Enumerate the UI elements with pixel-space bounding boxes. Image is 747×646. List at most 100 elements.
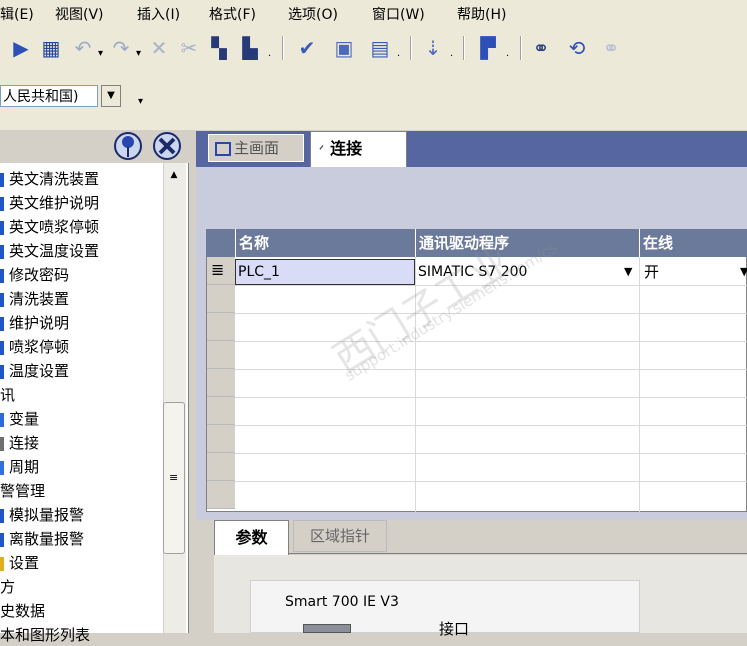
row-handle-icon: ≣	[211, 260, 225, 279]
hmi-device-icon	[303, 624, 351, 633]
tree-item[interactable]: 维护说明	[0, 312, 69, 334]
menu-insert[interactable]: 插入(I)	[137, 4, 180, 24]
project-tree[interactable]: 英文清洗装置 英文维护说明 英文喷浆停顿 英文温度设置 修改密码 清洗装置 维护…	[0, 163, 189, 644]
connection-name-cell[interactable]: PLC_1	[235, 259, 415, 285]
close-icon[interactable]	[153, 132, 181, 160]
tree-item-cycles[interactable]: 周期	[0, 456, 39, 478]
chevron-down-icon[interactable]: ▼	[624, 265, 632, 278]
tree-item[interactable]: 温度设置	[0, 360, 69, 382]
save-icon[interactable]: ▦	[38, 34, 64, 62]
tab-area-pointer[interactable]: 区域指针	[293, 520, 387, 552]
find-icon[interactable]: ⚭	[528, 34, 554, 62]
scroll-up-icon[interactable]: ▲	[165, 170, 183, 186]
row-selector[interactable]	[207, 285, 235, 313]
screen-icon	[0, 244, 4, 259]
grid-line	[415, 257, 416, 512]
row-selector[interactable]	[207, 481, 235, 509]
library-icon[interactable]: ▛	[473, 34, 503, 62]
column-header-name[interactable]: 名称	[235, 229, 415, 257]
chevron-down-icon[interactable]: ▼	[740, 265, 747, 278]
menu-bar: 辑(E) 视图(V) 插入(I) 格式(F) 选项(O) 窗口(W) 帮助(H)	[0, 0, 747, 26]
row-selector[interactable]	[207, 369, 235, 397]
delete-icon[interactable]: ✕	[146, 34, 172, 62]
chevron-down-icon[interactable]: ▼	[101, 85, 121, 107]
row-selector[interactable]	[207, 425, 235, 453]
tree-item-tags[interactable]: 变量	[0, 408, 39, 430]
transfer-icon[interactable]: ▤	[366, 34, 394, 62]
grid-line	[639, 257, 640, 512]
cut-icon[interactable]: ✂	[176, 34, 202, 62]
language-select[interactable]: 人民共和国)	[0, 85, 98, 107]
copy-icon[interactable]: ▚	[206, 34, 232, 62]
tab-connections[interactable]: ᐟ 连接	[310, 131, 407, 167]
screen-icon	[0, 196, 4, 211]
alarm-icon	[0, 532, 4, 547]
tree-scrollbar[interactable]	[163, 163, 186, 633]
redo-icon[interactable]: ↷	[108, 34, 134, 62]
tree-item-settings[interactable]: 设置	[0, 552, 39, 574]
tree-folder[interactable]: 警管理	[0, 480, 45, 502]
column-header-online[interactable]: 在线	[639, 229, 747, 257]
connections-icon	[0, 436, 4, 451]
redo-dropdown-icon[interactable]: ▾	[136, 48, 141, 59]
screen-icon	[0, 172, 4, 187]
tree-item[interactable]: 英文清洗装置	[0, 168, 99, 190]
online-cell[interactable]: 开	[640, 259, 747, 285]
toolbar-separator	[463, 36, 465, 60]
tree-item[interactable]: 喷浆停顿	[0, 336, 69, 358]
row-selector[interactable]: ≣	[207, 257, 235, 285]
compile-icon[interactable]: ▣	[330, 34, 358, 62]
screen-icon	[0, 220, 4, 235]
tab-main-screen[interactable]: 主画面	[208, 134, 304, 162]
row-selector[interactable]	[207, 453, 235, 481]
screen-icon	[215, 141, 231, 156]
tree-folder[interactable]: 讯	[0, 384, 15, 406]
tree-item-connections[interactable]: 连接	[0, 432, 39, 454]
tree-item[interactable]: 修改密码	[0, 264, 69, 286]
tree-item[interactable]: 清洗装置	[0, 288, 69, 310]
transfer-dropdown-icon[interactable]: .	[397, 48, 400, 59]
driver-cell[interactable]: SIMATIC S7 200	[416, 259, 640, 285]
tree-item-discrete-alarms[interactable]: 离散量报警	[0, 528, 84, 550]
download-dropdown-icon[interactable]: .	[450, 48, 453, 59]
tree-item[interactable]: 英文温度设置	[0, 240, 99, 262]
replace-all-icon[interactable]: ⚭	[598, 34, 624, 62]
menu-format[interactable]: 格式(F)	[209, 4, 256, 24]
tree-folder[interactable]: 本和图形列表	[0, 624, 90, 646]
grip-icon: ≡	[169, 471, 179, 484]
tab-parameters[interactable]: 参数	[214, 520, 289, 556]
screen-icon	[0, 340, 4, 355]
tree-item-analog-alarms[interactable]: 模拟量报警	[0, 504, 84, 526]
device-name: Smart 700 IE V3	[285, 594, 399, 610]
interface-label: 接口	[439, 620, 470, 638]
menu-window[interactable]: 窗口(W)	[372, 4, 425, 24]
project-tree-header	[0, 131, 190, 161]
toolbar-dropdown-icon[interactable]: ▾	[138, 96, 143, 107]
open-folder-icon[interactable]: ▶	[6, 34, 36, 62]
row-selector[interactable]	[207, 397, 235, 425]
tree-folder[interactable]: 史数据	[0, 600, 45, 622]
tree-item[interactable]: 英文维护说明	[0, 192, 99, 214]
check-icon[interactable]: ✔	[292, 34, 322, 62]
download-icon[interactable]: ⇣	[420, 34, 446, 62]
menu-view[interactable]: 视图(V)	[55, 4, 104, 24]
menu-help[interactable]: 帮助(H)	[457, 4, 506, 24]
tree-folder[interactable]: 方	[0, 576, 15, 598]
paste-icon[interactable]: ▙	[237, 34, 263, 62]
row-selector[interactable]	[207, 313, 235, 341]
column-header-driver[interactable]: 通讯驱动程序	[415, 229, 639, 257]
pin-icon[interactable]	[114, 132, 142, 160]
undo-icon[interactable]: ↶	[70, 34, 96, 62]
menu-edit[interactable]: 辑(E)	[0, 4, 34, 24]
screen-icon	[0, 268, 4, 283]
undo-dropdown-icon[interactable]: ▾	[98, 48, 103, 59]
paste-dropdown-icon[interactable]: .	[268, 48, 271, 59]
grid-line	[235, 313, 747, 314]
menu-options[interactable]: 选项(O)	[288, 4, 338, 24]
tree-item[interactable]: 英文喷浆停顿	[0, 216, 99, 238]
row-selector[interactable]	[207, 341, 235, 369]
screen-icon	[0, 316, 4, 331]
replace-icon[interactable]: ⟲	[562, 34, 592, 62]
grid-line	[235, 453, 747, 454]
library-dropdown-icon[interactable]: .	[506, 48, 509, 59]
